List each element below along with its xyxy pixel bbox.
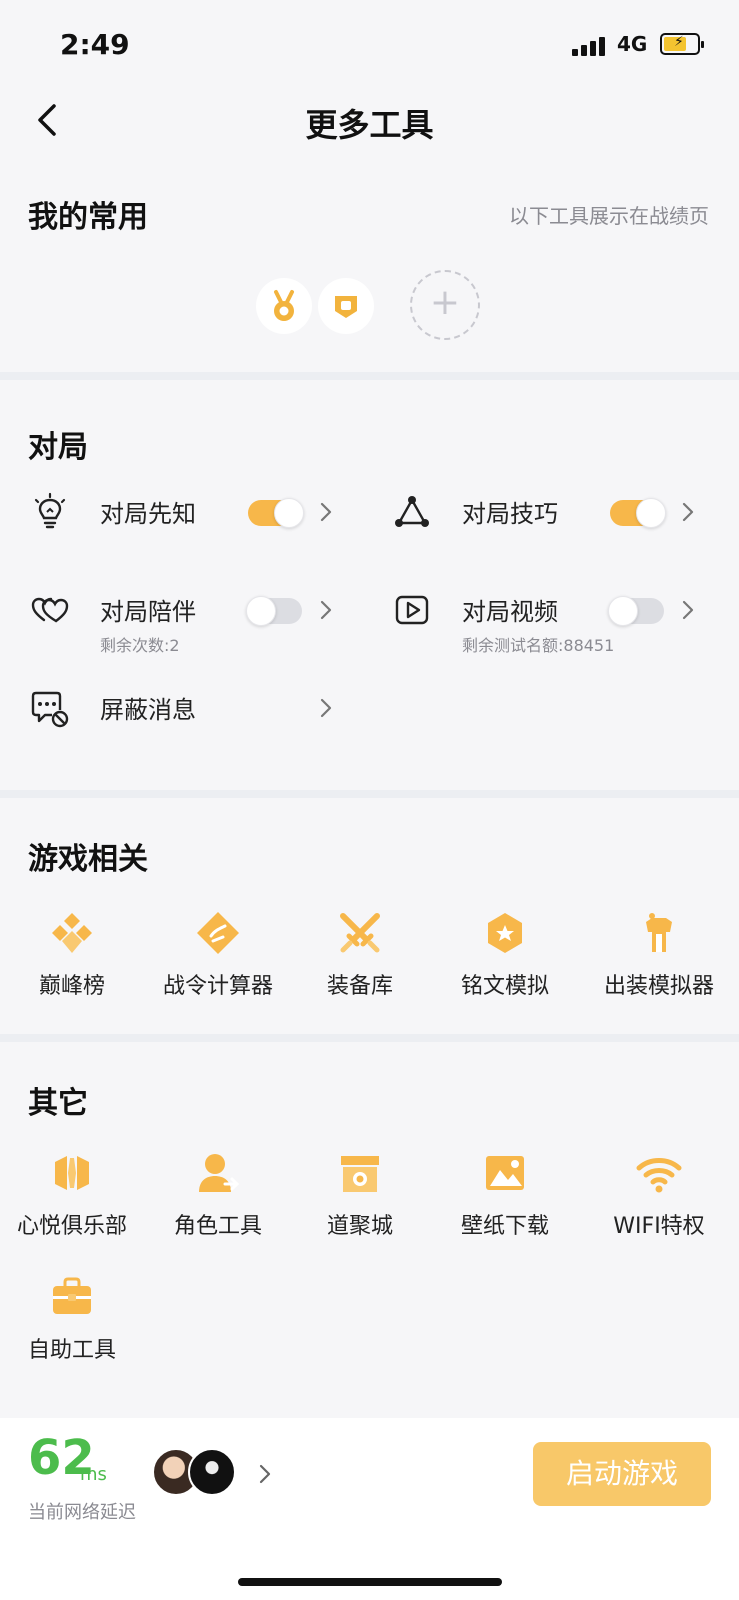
- signal-icon: [572, 36, 608, 56]
- wifi-icon: [636, 1158, 682, 1193]
- tool-label: 对局视频: [462, 598, 558, 626]
- section-divider: [0, 790, 739, 798]
- block-message-icon: [31, 691, 69, 728]
- section-divider: [0, 372, 739, 380]
- battery-icon: ⚡: [660, 33, 704, 55]
- grid-label: 心悦俱乐部: [16, 1214, 127, 1239]
- tool-sub-label: 剩余测试名额:88451: [462, 636, 615, 655]
- section-divider: [0, 1034, 739, 1042]
- grid-item-store[interactable]: 道聚城: [288, 1150, 432, 1240]
- tool-match-companion[interactable]: 对局陪伴 剩余次数:2: [30, 590, 340, 655]
- play-video-icon: [395, 595, 429, 625]
- tool-match-tips[interactable]: 对局技巧: [392, 492, 702, 552]
- add-favorite-button[interactable]: +: [410, 270, 480, 340]
- chevron-right-icon[interactable]: [680, 498, 696, 526]
- triangle-nodes-icon: [395, 496, 429, 527]
- status-bar: 2:49 4G ⚡: [0, 0, 739, 90]
- foresight-toggle[interactable]: [248, 498, 304, 528]
- latency-label: 当前网络延迟: [28, 1502, 136, 1523]
- grid-label: 巅峰榜: [38, 974, 105, 999]
- grid-item-peak-rank[interactable]: 巅峰榜: [0, 910, 144, 1000]
- companion-toggle[interactable]: [246, 596, 302, 626]
- grid-label: 道聚城: [326, 1214, 393, 1239]
- bottom-bar: 62 ms 当前网络延迟 启动游戏: [0, 1418, 739, 1600]
- grid-item-club[interactable]: 心悦俱乐部: [0, 1150, 144, 1240]
- favorites-hint: 以下工具展示在战绩页: [509, 204, 709, 228]
- grid-item-role-tool[interactable]: 角色工具: [146, 1150, 290, 1240]
- other-section: 其它 心悦俱乐部 角色工具 道聚城 壁纸下载 WIFI特权 自助工具: [0, 1042, 739, 1418]
- match-title: 对局: [28, 430, 88, 465]
- grid-label: 战令计算器: [162, 974, 273, 999]
- tool-block-messages[interactable]: 屏蔽消息: [30, 688, 340, 748]
- page-title: 更多工具: [305, 106, 434, 144]
- favorites-section: 我的常用 以下工具展示在战绩页 +: [0, 160, 739, 370]
- role-icon: [199, 1154, 240, 1192]
- latency-unit: ms: [80, 1464, 107, 1485]
- avatar[interactable]: [188, 1448, 236, 1496]
- grid-label: 角色工具: [173, 1214, 262, 1239]
- store-icon: [341, 1156, 379, 1192]
- wallpaper-icon: [486, 1156, 524, 1190]
- tool-label: 对局技巧: [462, 500, 558, 528]
- crossed-swords-icon: [340, 913, 380, 953]
- favorite-medal[interactable]: [256, 278, 312, 334]
- chevron-right-icon[interactable]: [318, 694, 334, 722]
- inscription-icon: [488, 913, 522, 953]
- favorites-title: 我的常用: [28, 200, 148, 235]
- match-section: 对局 对局先知 对局技巧 对局陪伴 剩余次数:2 对局视频 剩余测试名额:884…: [0, 380, 739, 800]
- tool-match-video[interactable]: 对局视频 剩余测试名额:88451: [392, 590, 702, 655]
- chevron-right-icon[interactable]: [258, 1462, 272, 1486]
- grid-item-inscription[interactable]: 铭文模拟: [433, 910, 577, 1000]
- nav-bar: 更多工具: [0, 90, 739, 150]
- grid-label: 装备库: [326, 974, 393, 999]
- game-title: 游戏相关: [28, 842, 148, 877]
- grid-item-equipment[interactable]: 装备库: [288, 910, 432, 1000]
- status-time: 2:49: [60, 28, 130, 61]
- badge-icon: [335, 296, 357, 318]
- tool-label: 屏蔽消息: [100, 696, 196, 724]
- grid-item-build-simulator[interactable]: 出装模拟器: [587, 910, 731, 1000]
- tool-label: 对局陪伴: [100, 598, 196, 626]
- grid-label: 自助工具: [27, 1338, 116, 1363]
- tool-label: 对局先知: [100, 500, 196, 528]
- chevron-right-icon[interactable]: [318, 596, 334, 624]
- video-toggle[interactable]: [608, 596, 664, 626]
- grid-item-wifi[interactable]: WIFI特权: [587, 1150, 731, 1240]
- game-section: 游戏相关 巅峰榜 战令计算器 装备库 铭文模拟 出装模拟器: [0, 798, 739, 1034]
- tips-toggle[interactable]: [610, 498, 666, 528]
- grid-label: 壁纸下载: [460, 1214, 549, 1239]
- grid-item-self-service[interactable]: 自助工具: [0, 1274, 144, 1364]
- double-heart-icon: [31, 597, 69, 623]
- home-indicator[interactable]: [238, 1578, 502, 1586]
- grid-label: WIFI特权: [613, 1214, 705, 1239]
- chevron-right-icon[interactable]: [680, 596, 696, 624]
- calculator-icon: [197, 912, 239, 954]
- chevron-right-icon[interactable]: [318, 498, 334, 526]
- toolbox-icon: [53, 1277, 91, 1314]
- grid-label: 铭文模拟: [460, 974, 549, 999]
- other-title: 其它: [28, 1086, 88, 1121]
- grid-item-calculator[interactable]: 战令计算器: [146, 910, 290, 1000]
- favorite-badge[interactable]: [318, 278, 374, 334]
- tool-match-foresight[interactable]: 对局先知: [30, 492, 340, 552]
- tool-sub-label: 剩余次数:2: [100, 636, 180, 655]
- peak-rank-icon: [52, 913, 92, 953]
- club-icon: [55, 1156, 89, 1190]
- network-type: 4G: [617, 32, 648, 56]
- grid-label: 出装模拟器: [603, 974, 714, 999]
- grid-item-wallpaper[interactable]: 壁纸下载: [433, 1150, 577, 1240]
- lightbulb-icon: [34, 492, 66, 529]
- armor-icon: [646, 913, 672, 952]
- launch-game-button[interactable]: 启动游戏: [533, 1442, 711, 1506]
- medal-icon: [274, 290, 294, 321]
